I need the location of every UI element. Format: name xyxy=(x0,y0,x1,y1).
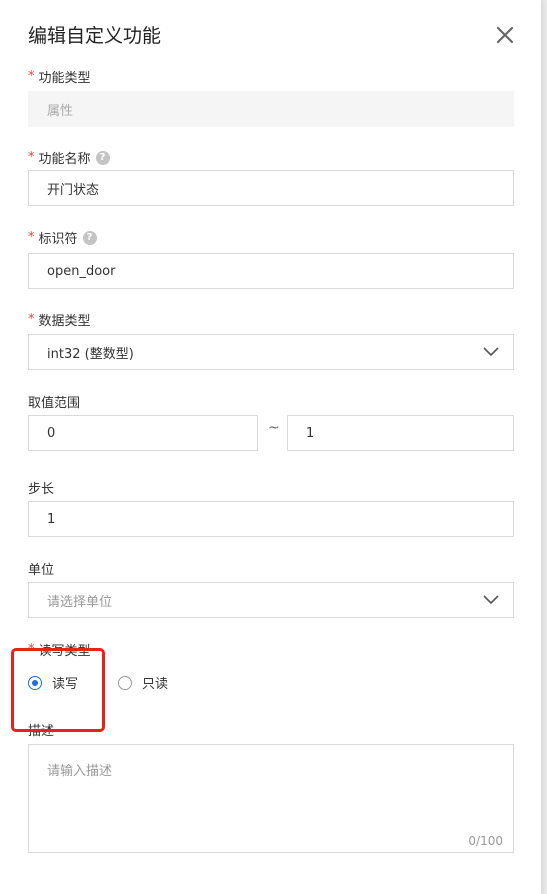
range-separator: ~ xyxy=(268,420,280,436)
range-min-input[interactable]: 0 xyxy=(28,415,258,451)
data-type-select[interactable]: int32 (整数型) xyxy=(28,334,514,370)
required-mark: * xyxy=(28,230,35,245)
required-mark: * xyxy=(28,69,35,84)
char-counter: 0/100 xyxy=(468,834,503,848)
function-type-field: 属性 xyxy=(28,91,514,127)
chevron-down-icon xyxy=(483,595,499,605)
radio-read-only[interactable]: 只读 xyxy=(118,673,168,692)
function-name-input[interactable]: 开门状态 xyxy=(28,170,514,206)
function-name-label: * 功能名称 ? xyxy=(28,148,110,167)
range-max-input[interactable]: 1 xyxy=(287,415,514,451)
dialog-title: 编辑自定义功能 xyxy=(28,25,162,47)
identifier-input[interactable]: open_door xyxy=(28,253,514,289)
required-mark: * xyxy=(28,312,35,327)
edit-function-dialog: 编辑自定义功能 * 功能类型 属性 * 功能名称 ? 开门状态 * 标识符 ? … xyxy=(0,0,541,894)
description-textarea[interactable]: 请输入描述 0/100 xyxy=(28,744,514,853)
help-icon[interactable]: ? xyxy=(95,150,110,165)
close-icon[interactable] xyxy=(494,24,516,46)
help-icon[interactable]: ? xyxy=(82,230,97,245)
function-type-label: * 功能类型 xyxy=(28,69,91,86)
step-label: 步长 xyxy=(28,482,55,497)
unit-select[interactable]: 请选择单位 xyxy=(28,582,514,618)
value-range-label: 取值范围 xyxy=(28,396,81,411)
unit-label: 单位 xyxy=(28,563,55,578)
description-placeholder: 请输入描述 xyxy=(47,764,113,779)
radio-unchecked-icon[interactable] xyxy=(118,675,132,690)
step-input[interactable]: 1 xyxy=(28,501,514,537)
annotation-highlight-box xyxy=(11,648,105,732)
data-type-label: * 数据类型 xyxy=(28,312,91,329)
identifier-label: * 标识符 ? xyxy=(28,228,97,247)
required-mark: * xyxy=(28,150,35,165)
chevron-down-icon xyxy=(483,347,499,357)
